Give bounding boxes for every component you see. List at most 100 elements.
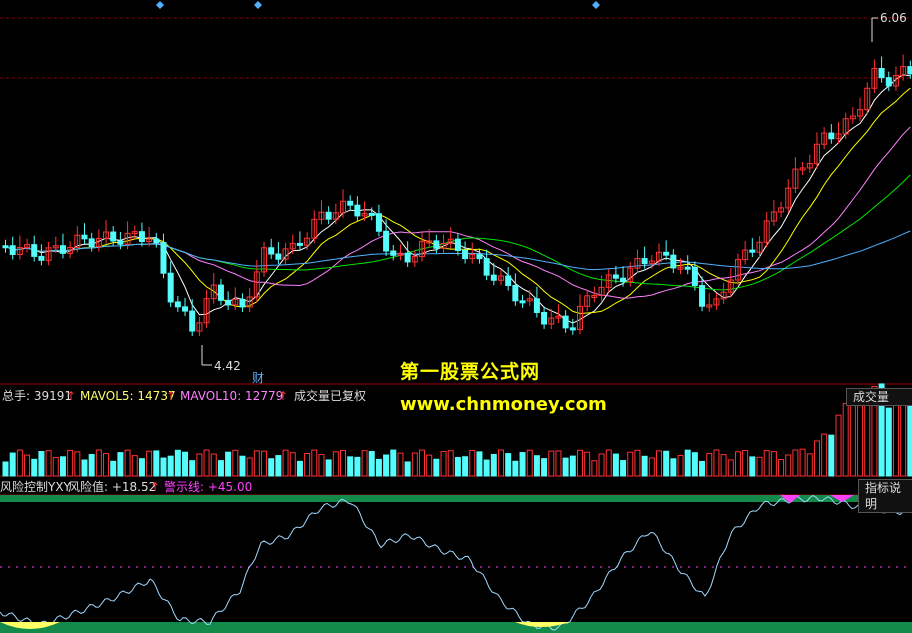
candle-body [512,284,519,302]
volume-bar [591,460,598,477]
ma5-line [5,74,911,324]
volume-bar [663,450,670,477]
mavol5-label: MAVOL5: 14737 [80,389,176,403]
volume-bar [562,457,569,477]
volume-bar [16,449,23,477]
finance-event-tag[interactable]: 财 [252,371,264,385]
volume-bar [325,459,332,477]
volume-bar [541,458,548,477]
volume-bar [620,460,627,477]
candle-body [9,245,16,255]
volume-bar [318,454,325,477]
volume-total-label: 总手: 39191 [2,389,73,403]
volume-bar [835,414,842,477]
volume-bar [526,449,533,477]
candle-body [505,275,512,286]
volume-bar [246,457,253,477]
volume-bar [605,449,612,477]
volume-bar [419,449,426,477]
volume-bar [52,456,59,477]
volume-bar [81,459,88,477]
candle-body [670,254,677,269]
candle-body [612,274,619,279]
volume-bar [167,455,174,477]
volume-bar [45,450,52,477]
volume-bar [31,458,38,477]
volume-bar [88,454,95,477]
candle-body [433,240,440,249]
candle-body [375,213,382,232]
volume-bar [684,449,691,477]
volume-bar [390,449,397,477]
volume-bar [174,449,181,477]
volume-bar [505,453,512,477]
candle-body [533,298,540,313]
volume-adjust-note: 成交量已复权 [294,389,367,403]
volume-bar [555,450,562,477]
candle-body [110,231,117,242]
up-arrow-icon: ↑ [278,389,289,403]
diamond-markers [156,1,878,366]
volume-bar [813,440,820,477]
volume-bar [332,451,339,477]
volume-bar [103,453,110,477]
candle-body [462,249,469,260]
volume-bar [146,450,153,477]
moving-average-lines [5,74,911,324]
diamond-marker-icon [156,1,164,9]
candle-body [225,299,232,306]
volume-bar [67,449,74,477]
candle-body [390,250,397,256]
candle-body [160,242,167,274]
volume-bar [469,449,476,477]
candle-body [38,255,45,261]
volume-bar [2,461,9,477]
volume-bar [756,456,763,477]
candle-body [404,252,411,263]
chart-canvas [0,1,912,633]
volume-bar [426,454,433,477]
volume-indicator-selector[interactable]: 成交量 ▾ [846,388,912,406]
volume-bar [304,452,311,477]
indicator-help-button[interactable]: 指标说明 [858,479,912,513]
volume-bar [131,455,138,477]
watermark-title: 第一股票公式网 [400,361,541,383]
volume-bar [655,450,662,477]
volume-bar [548,450,555,477]
volume-bar [677,455,684,477]
volume-bar [433,458,440,477]
volume-bar [720,454,727,477]
volume-bar [383,454,390,477]
volume-bar [153,450,160,477]
volume-bar [849,398,856,477]
up-arrow-icon: ↑ [166,389,177,403]
candlestick-series [2,54,912,337]
high-price-label: 6.06 [880,11,907,25]
volume-bar [612,453,619,477]
candle-body [562,315,569,329]
candle-body [878,67,885,79]
candle-body [182,306,189,312]
volume-bar [512,460,519,477]
candle-body [519,300,526,304]
diamond-marker-icon [254,1,262,9]
volume-bar [124,449,131,477]
candle-body [189,310,196,332]
volume-bar [232,449,239,477]
candle-body [691,266,698,287]
volume-bar [799,448,806,477]
candle-body [541,311,548,325]
candle-body [749,249,756,253]
candle-body [88,238,95,248]
diamond-marker-icon [592,1,600,9]
volume-bar [24,454,31,477]
volume-bar [476,451,483,477]
mavol10-label: MAVOL10: 12779 [180,389,284,403]
candle-body [239,298,246,308]
candle-body [885,77,892,87]
candle-body [641,258,648,265]
volume-bar [74,451,81,477]
candle-body [59,245,66,254]
volume-bar [763,450,770,477]
volume-bar [691,452,698,477]
